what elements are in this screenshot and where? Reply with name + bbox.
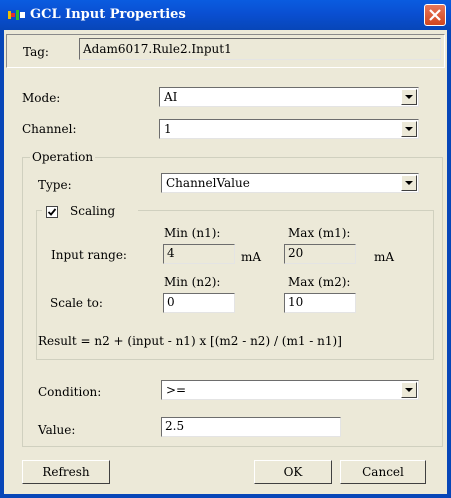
mode-select[interactable]: AI	[159, 87, 419, 107]
tag-label: Tag:	[23, 45, 49, 59]
mode-dropdown-button[interactable]	[401, 89, 417, 105]
close-button[interactable]	[424, 4, 446, 26]
channel-value: 1	[164, 122, 172, 136]
min-n2-field[interactable]: 0	[163, 293, 235, 313]
condition-select[interactable]: >=	[161, 380, 419, 400]
scaling-checkbox[interactable]	[46, 206, 58, 218]
chevron-down-icon	[405, 181, 413, 185]
scaling-legend: Scaling	[70, 204, 116, 218]
channel-select[interactable]: 1	[159, 119, 419, 139]
chevron-down-icon	[405, 127, 413, 131]
input-range-label: Input range:	[51, 248, 127, 262]
window-frame-left	[0, 30, 4, 498]
type-dropdown-button[interactable]	[401, 175, 417, 191]
type-value: ChannelValue	[166, 176, 250, 190]
operation-legend: Operation	[30, 150, 96, 164]
window-frame-bottom	[0, 494, 451, 498]
condition-dropdown-button[interactable]	[401, 382, 417, 398]
channel-label: Channel:	[22, 122, 77, 136]
close-icon	[429, 9, 441, 21]
ok-button[interactable]: OK	[254, 460, 332, 484]
max-m2-label: Max (m2):	[288, 275, 351, 289]
channel-dropdown-button[interactable]	[401, 121, 417, 137]
window-title: GCL Input Properties	[30, 7, 186, 22]
unit2-label: mA	[374, 250, 395, 264]
tag-field[interactable]: Adam6017.Rule2.Input1	[79, 38, 441, 60]
type-select[interactable]: ChannelValue	[161, 173, 419, 193]
checkmark-icon	[47, 208, 57, 216]
value-label: Value:	[38, 423, 76, 437]
scale-to-label: Scale to:	[50, 296, 103, 310]
unit1-label: mA	[241, 250, 262, 264]
gcl-app-icon	[8, 9, 26, 21]
refresh-button[interactable]: Refresh	[22, 460, 110, 484]
mode-value: AI	[164, 90, 178, 104]
min-n1-field[interactable]: 4	[163, 244, 235, 264]
value-field[interactable]: 2.5	[161, 417, 341, 437]
type-label: Type:	[38, 178, 72, 192]
scaling-formula: Result = n2 + (input - n1) x [(m2 - n2) …	[38, 334, 342, 348]
condition-value: >=	[166, 383, 187, 397]
max-m1-label: Max (m1):	[288, 226, 351, 240]
min-n1-label: Min (n1):	[164, 226, 221, 240]
max-m1-field[interactable]: 20	[284, 244, 356, 264]
mode-label: Mode:	[22, 91, 61, 105]
cancel-button[interactable]: Cancel	[340, 460, 426, 484]
window-frame-right	[447, 30, 451, 498]
chevron-down-icon	[405, 95, 413, 99]
condition-label: Condition:	[38, 385, 102, 399]
min-n2-label: Min (n2):	[164, 275, 221, 289]
chevron-down-icon	[405, 388, 413, 392]
max-m2-field[interactable]: 10	[284, 293, 356, 313]
